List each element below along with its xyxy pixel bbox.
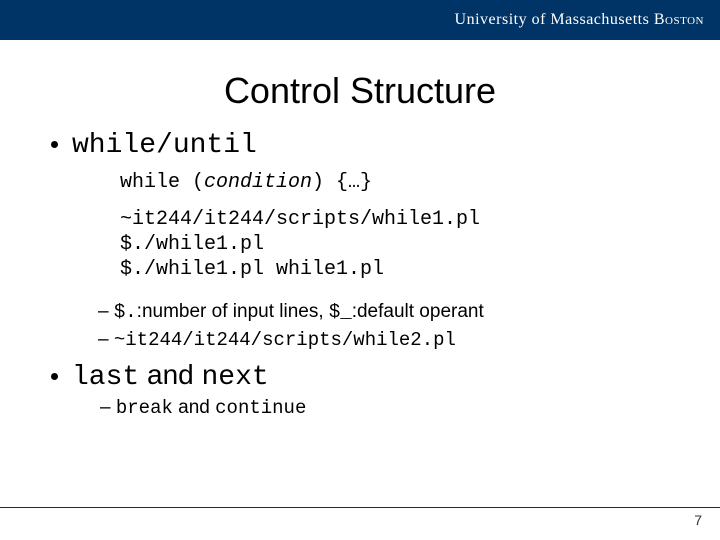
bullet-last-next: last and next break and continue <box>72 359 676 419</box>
note1-seg3: :default operant <box>352 301 484 322</box>
sub-seg2: and <box>173 397 215 418</box>
bullet2-seg2: and <box>139 359 201 390</box>
note-item-2: ~it244/it244/scripts/while2.pl <box>98 329 676 351</box>
syntax-condition: condition <box>204 171 312 194</box>
header-university-text: University of Massachusetts <box>455 11 650 28</box>
note1-seg2: $_ <box>329 301 352 323</box>
syntax-block: while (condition) {…} ~it244/it244/scrip… <box>120 171 676 281</box>
syntax-suffix: ) {…} <box>312 171 372 194</box>
code-example-block: ~it244/it244/scripts/while1.pl $./while1… <box>120 208 676 281</box>
slide-content: while/until while (condition) {…} ~it244… <box>46 130 676 427</box>
header-campus-text: Boston <box>654 11 704 28</box>
bullet-list: while/until while (condition) {…} ~it244… <box>56 130 676 419</box>
syntax-line: while (condition) {…} <box>120 171 676 194</box>
sub-seg1: break <box>116 397 173 419</box>
sub-seg3: continue <box>215 397 306 419</box>
bullet-while-until: while/until while (condition) {…} ~it244… <box>72 130 676 351</box>
subnote-item: break and continue <box>100 397 676 419</box>
slide: University of Massachusetts Boston Contr… <box>0 0 720 540</box>
bullet2-seg1: last <box>72 362 139 393</box>
subnotes-list: break and continue <box>72 397 676 419</box>
page-number: 7 <box>694 512 702 528</box>
code-line-1: ~it244/it244/scripts/while1.pl <box>120 208 676 231</box>
header-bar: University of Massachusetts Boston <box>0 0 720 40</box>
note1-seg0: $. <box>114 301 137 323</box>
slide-title: Control Structure <box>0 70 720 112</box>
note-item-1: $.:number of input lines, $_:default ope… <box>98 301 676 323</box>
notes-list: $.:number of input lines, $_:default ope… <box>72 301 676 351</box>
code-line-2: $./while1.pl <box>120 233 676 256</box>
header-institution: University of Massachusetts Boston <box>455 11 704 29</box>
bullet2-seg3: next <box>202 362 269 393</box>
note2-seg0: ~it244/it244/scripts/while2.pl <box>114 329 456 351</box>
footer-divider <box>0 507 720 508</box>
bullet-while-until-label: while/until <box>72 130 257 161</box>
note1-seg1: :number of input lines, <box>137 301 329 322</box>
code-line-3: $./while1.pl while1.pl <box>120 258 676 281</box>
syntax-prefix: while ( <box>120 171 204 194</box>
